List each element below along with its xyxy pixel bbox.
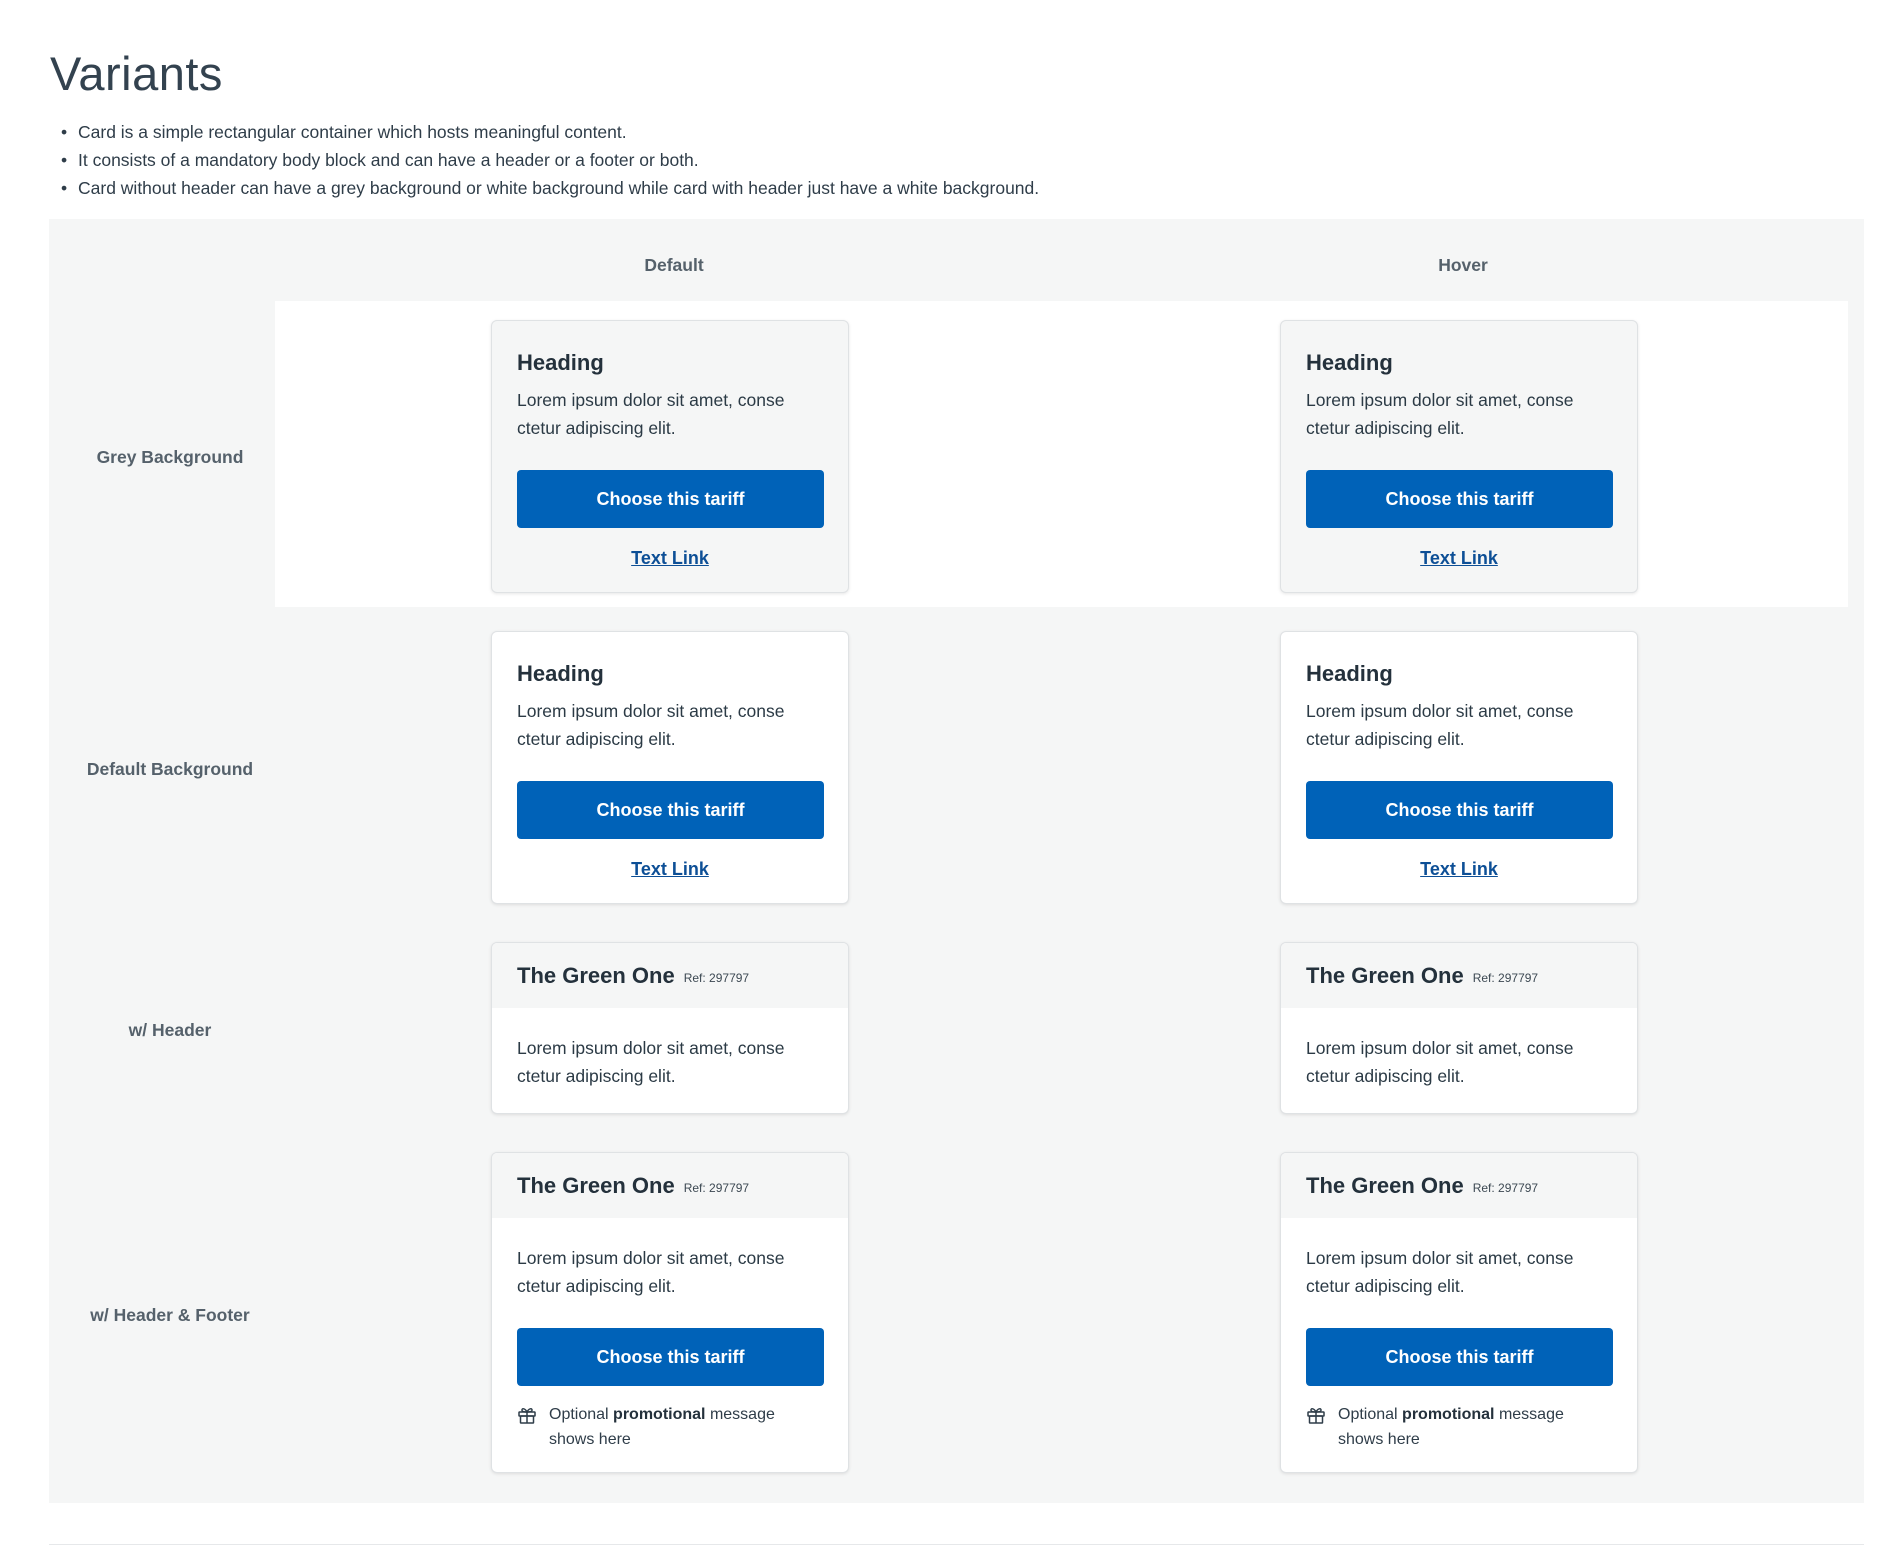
card-heading: Heading [1306, 661, 1393, 686]
card-default-default: Heading Lorem ipsum dolor sit amet, cons… [491, 631, 849, 904]
card-grey-default: Heading Lorem ipsum dolor sit amet, cons… [491, 320, 849, 593]
bottom-divider [49, 1544, 1864, 1545]
card-header-ref: Ref: 297797 [1472, 1181, 1539, 1195]
row-label-header-footer: w/ Header & Footer [90, 1305, 250, 1325]
card-body-text: Lorem ipsum dolor sit amet, conse ctetur… [1306, 1038, 1574, 1086]
promo-message: Optional promotional message shows here [517, 1402, 823, 1452]
card-body-text: Lorem ipsum dolor sit amet, conse ctetur… [517, 390, 785, 438]
text-link[interactable]: Text Link [1306, 859, 1612, 880]
card-header-title: The Green One [517, 962, 675, 988]
row-label-grey: Grey Background [96, 447, 244, 467]
description-item: It consists of a mandatory body block an… [58, 146, 1039, 174]
row-label-default: Default Background [86, 759, 254, 779]
card-header: The Green One Ref: 297797 [1281, 943, 1637, 1008]
card-body-text: Lorem ipsum dolor sit amet, conse ctetur… [517, 701, 785, 749]
card-header: The Green One Ref: 297797 [492, 943, 848, 1008]
card-heading: Heading [517, 350, 604, 375]
card-body-text: Lorem ipsum dolor sit amet, conse ctetur… [517, 1038, 785, 1086]
choose-tariff-button[interactable]: Choose this tariff [1306, 470, 1613, 528]
card-header-ref: Ref: 297797 [683, 971, 750, 985]
choose-tariff-button[interactable]: Choose this tariff [517, 470, 824, 528]
promo-text: Optional promotional message shows here [1338, 1406, 1564, 1448]
gift-icon [1307, 1408, 1325, 1424]
description-item: Card is a simple rectangular container w… [58, 118, 1039, 146]
card-header-footer-default: The Green One Ref: 297797 Lorem ipsum do… [491, 1152, 849, 1473]
card-body-text: Lorem ipsum dolor sit amet, conse ctetur… [1306, 1248, 1574, 1296]
text-link[interactable]: Text Link [517, 548, 823, 569]
card-header-title: The Green One [1306, 1172, 1464, 1198]
card-header-default: The Green One Ref: 297797 Lorem ipsum do… [491, 942, 849, 1114]
card-heading: Heading [517, 661, 604, 686]
card-header-footer-hover: The Green One Ref: 297797 Lorem ipsum do… [1280, 1152, 1638, 1473]
card-header-title: The Green One [517, 1172, 675, 1198]
card-header-ref: Ref: 297797 [683, 1181, 750, 1195]
card-header-ref: Ref: 297797 [1472, 971, 1539, 985]
promo-message: Optional promotional message shows here [1306, 1402, 1612, 1452]
card-header: The Green One Ref: 297797 [1281, 1153, 1637, 1218]
description-item: Card without header can have a grey back… [58, 174, 1039, 202]
card-header-hover: The Green One Ref: 297797 Lorem ipsum do… [1280, 942, 1638, 1114]
card-default-hover: Heading Lorem ipsum dolor sit amet, cons… [1280, 631, 1638, 904]
card-grey-hover: Heading Lorem ipsum dolor sit amet, cons… [1280, 320, 1638, 593]
choose-tariff-button[interactable]: Choose this tariff [1306, 1328, 1613, 1386]
choose-tariff-button[interactable]: Choose this tariff [1306, 781, 1613, 839]
card-header-title: The Green One [1306, 962, 1464, 988]
column-header-default: Default [644, 255, 704, 275]
page-title: Variants [50, 47, 223, 100]
card-body-text: Lorem ipsum dolor sit amet, conse ctetur… [1306, 390, 1574, 438]
card-header: The Green One Ref: 297797 [492, 1153, 848, 1218]
text-link[interactable]: Text Link [517, 859, 823, 880]
card-body-text: Lorem ipsum dolor sit amet, conse ctetur… [517, 1248, 785, 1296]
text-link[interactable]: Text Link [1306, 548, 1612, 569]
choose-tariff-button[interactable]: Choose this tariff [517, 781, 824, 839]
column-header-hover: Hover [1438, 255, 1488, 275]
card-heading: Heading [1306, 350, 1393, 375]
description-list: Card is a simple rectangular container w… [58, 118, 1039, 202]
card-body-text: Lorem ipsum dolor sit amet, conse ctetur… [1306, 701, 1574, 749]
gift-icon [518, 1408, 536, 1424]
choose-tariff-button[interactable]: Choose this tariff [517, 1328, 824, 1386]
row-label-header: w/ Header [128, 1020, 212, 1040]
promo-text: Optional promotional message shows here [549, 1406, 775, 1448]
